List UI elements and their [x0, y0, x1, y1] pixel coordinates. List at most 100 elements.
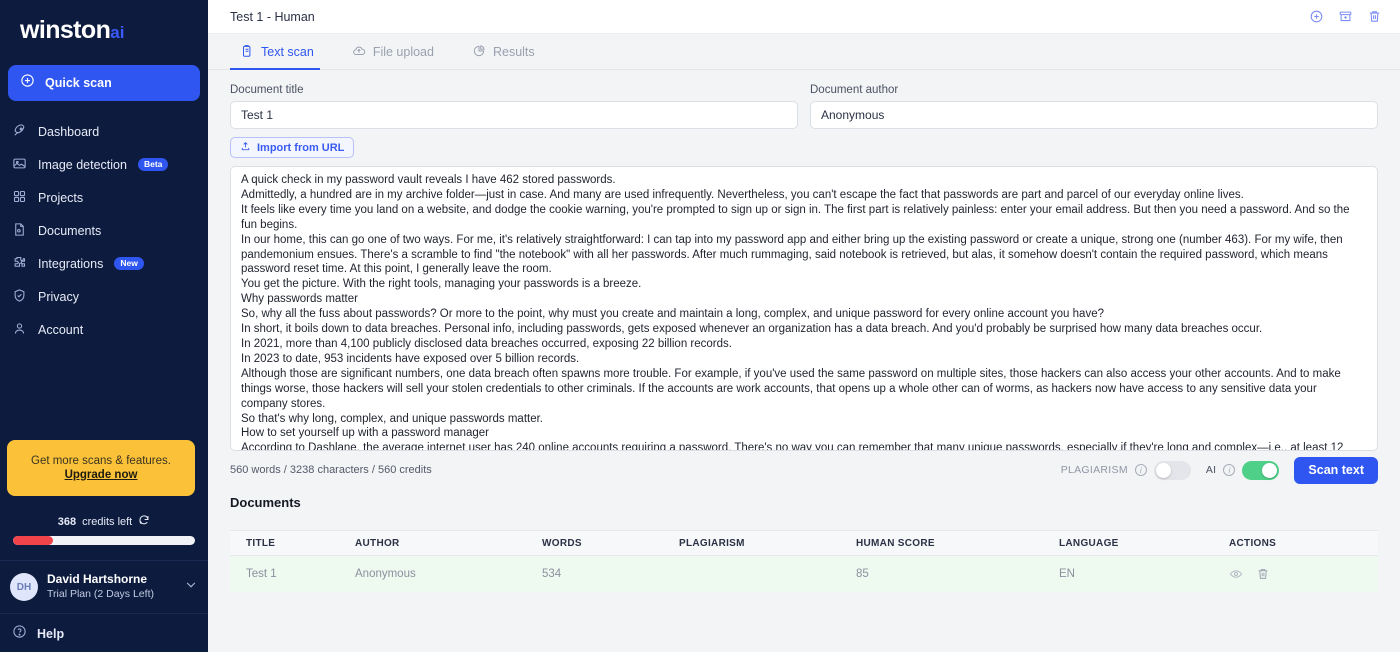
tab-bar: Text scan File upload Results: [208, 34, 1400, 70]
badge-new: New: [114, 257, 144, 270]
column-header-human-score: HUMAN SCORE: [856, 537, 935, 549]
app-root: winstonai Quick scan Dashboard Image det…: [0, 0, 1400, 652]
documents-table: TITLE AUTHOR WORDS PLAGIARISM HUMAN SCOR…: [230, 530, 1378, 592]
eye-icon[interactable]: [1229, 567, 1243, 581]
text-editor-container: A quick check in my password vault revea…: [230, 166, 1378, 451]
credits-suffix: credits left: [82, 515, 133, 528]
sidebar-item-label: Image detection: [38, 157, 127, 172]
tab-text-scan[interactable]: Text scan: [230, 35, 330, 70]
plus-circle-icon: [20, 73, 35, 93]
sidebar-item-privacy[interactable]: Privacy: [0, 280, 208, 313]
user-name: David Hartshorne: [47, 572, 148, 587]
sidebar-item-label: Integrations: [38, 256, 104, 271]
document-icon: [12, 222, 27, 240]
tab-label: Text scan: [261, 45, 314, 59]
refresh-icon[interactable]: [138, 514, 150, 529]
image-icon: [12, 156, 27, 174]
credits-section: 368 credits left: [0, 514, 208, 545]
upgrade-text: Get more scans & features.: [31, 455, 171, 467]
document-text[interactable]: A quick check in my password vault revea…: [241, 173, 1365, 450]
text-editor-scroll[interactable]: A quick check in my password vault revea…: [231, 167, 1377, 450]
column-header-plagiarism: PLAGIARISM: [679, 537, 745, 549]
table-row[interactable]: Test 1 Anonymous 534 85 EN: [230, 556, 1378, 592]
ai-toggle[interactable]: [1242, 460, 1280, 480]
sidebar-item-dashboard[interactable]: Dashboard: [0, 115, 208, 148]
logo-suffix: ai: [110, 23, 125, 42]
badge-beta: Beta: [137, 158, 169, 171]
ai-label: AI: [1205, 464, 1217, 476]
sidebar-item-documents[interactable]: Documents: [0, 214, 208, 247]
document-author-input[interactable]: [810, 101, 1378, 129]
clipboard-icon: [240, 44, 254, 61]
import-label: Import from URL: [257, 141, 345, 154]
tab-file-upload[interactable]: File upload: [342, 35, 450, 69]
column-header-actions: ACTIONS: [1229, 537, 1277, 549]
document-author-label: Document author: [810, 84, 899, 96]
save-box-icon[interactable]: [1338, 9, 1353, 24]
credits-count: 368: [57, 515, 77, 528]
puzzle-icon: [12, 255, 27, 273]
document-title-label: Document title: [230, 84, 304, 96]
ai-info-icon[interactable]: i: [1223, 464, 1236, 476]
sidebar-item-label: Dashboard: [38, 124, 100, 139]
editor-footer: 560 words / 3238 characters / 560 credit…: [230, 451, 1378, 489]
chevron-down-icon[interactable]: [184, 578, 198, 597]
sidebar-nav: Dashboard Image detection Beta Projects: [0, 115, 208, 346]
user-account-row[interactable]: DH David Hartshorne Trial Plan (2 Days L…: [0, 560, 208, 614]
quick-scan-label: Quick scan: [45, 76, 112, 90]
sidebar: winstonai Quick scan Dashboard Image det…: [0, 0, 208, 652]
trash-icon[interactable]: [1256, 567, 1270, 581]
plagiarism-info-icon[interactable]: i: [1134, 464, 1147, 476]
cell-language: EN: [1059, 568, 1075, 580]
user-plan: Trial Plan (2 Days Left): [47, 587, 154, 600]
cell-human-score: 85: [856, 568, 869, 580]
topbar: Test 1 - Human: [208, 0, 1400, 34]
tab-label: File upload: [372, 45, 434, 59]
document-fields: Document title Document author: [230, 84, 1378, 129]
help-label: Help: [37, 626, 65, 641]
question-circle-icon: [12, 624, 27, 644]
ai-toggle-group: AI i: [1205, 460, 1280, 480]
sidebar-item-integrations[interactable]: Integrations New: [0, 247, 208, 280]
import-icon: [240, 141, 251, 155]
sidebar-item-projects[interactable]: Projects: [0, 181, 208, 214]
rocket-icon: [12, 123, 27, 141]
toggle-knob: [1262, 462, 1278, 478]
person-icon: [12, 321, 27, 339]
upgrade-card[interactable]: Get more scans & features. Upgrade now: [7, 440, 195, 496]
cell-author: Anonymous: [355, 568, 416, 580]
sidebar-item-image-detection[interactable]: Image detection Beta: [0, 148, 208, 181]
credits-progress-fill: [13, 536, 54, 545]
logo-text: winston: [20, 16, 111, 44]
topbar-actions: [1309, 9, 1382, 24]
pie-chart-icon: [472, 44, 486, 61]
column-header-words: WORDS: [542, 537, 582, 549]
upgrade-now-link[interactable]: Upgrade now: [65, 469, 138, 481]
sidebar-item-account[interactable]: Account: [0, 313, 208, 346]
cell-words: 534: [542, 568, 562, 580]
cloud-upload-icon: [352, 44, 366, 61]
plagiarism-toggle-group: PLAGIARISM i: [1060, 460, 1191, 480]
column-header-author: AUTHOR: [355, 537, 400, 549]
tab-results[interactable]: Results: [462, 35, 551, 69]
cell-title: Test 1: [246, 568, 277, 580]
document-title-input[interactable]: [230, 101, 798, 129]
avatar: DH: [10, 573, 38, 601]
trash-icon[interactable]: [1367, 9, 1382, 24]
table-header-row: TITLE AUTHOR WORDS PLAGIARISM HUMAN SCOR…: [230, 530, 1378, 556]
logo[interactable]: winstonai: [0, 0, 208, 58]
import-from-url-button[interactable]: Import from URL: [230, 137, 355, 158]
credits-progress-bar: [13, 536, 195, 545]
column-header-title: TITLE: [246, 537, 276, 549]
tab-label: Results: [492, 45, 535, 59]
new-scan-icon[interactable]: [1309, 9, 1324, 24]
plagiarism-toggle[interactable]: [1153, 460, 1191, 480]
help-row[interactable]: Help: [0, 615, 208, 652]
sidebar-item-label: Documents: [38, 223, 102, 238]
toggle-knob: [1155, 462, 1171, 478]
plagiarism-label: PLAGIARISM: [1060, 464, 1128, 476]
column-header-language: LANGUAGE: [1059, 537, 1119, 549]
document-title-field: Document title: [230, 84, 798, 129]
scan-text-button[interactable]: Scan text: [1294, 456, 1378, 484]
quick-scan-button[interactable]: Quick scan: [8, 65, 200, 101]
